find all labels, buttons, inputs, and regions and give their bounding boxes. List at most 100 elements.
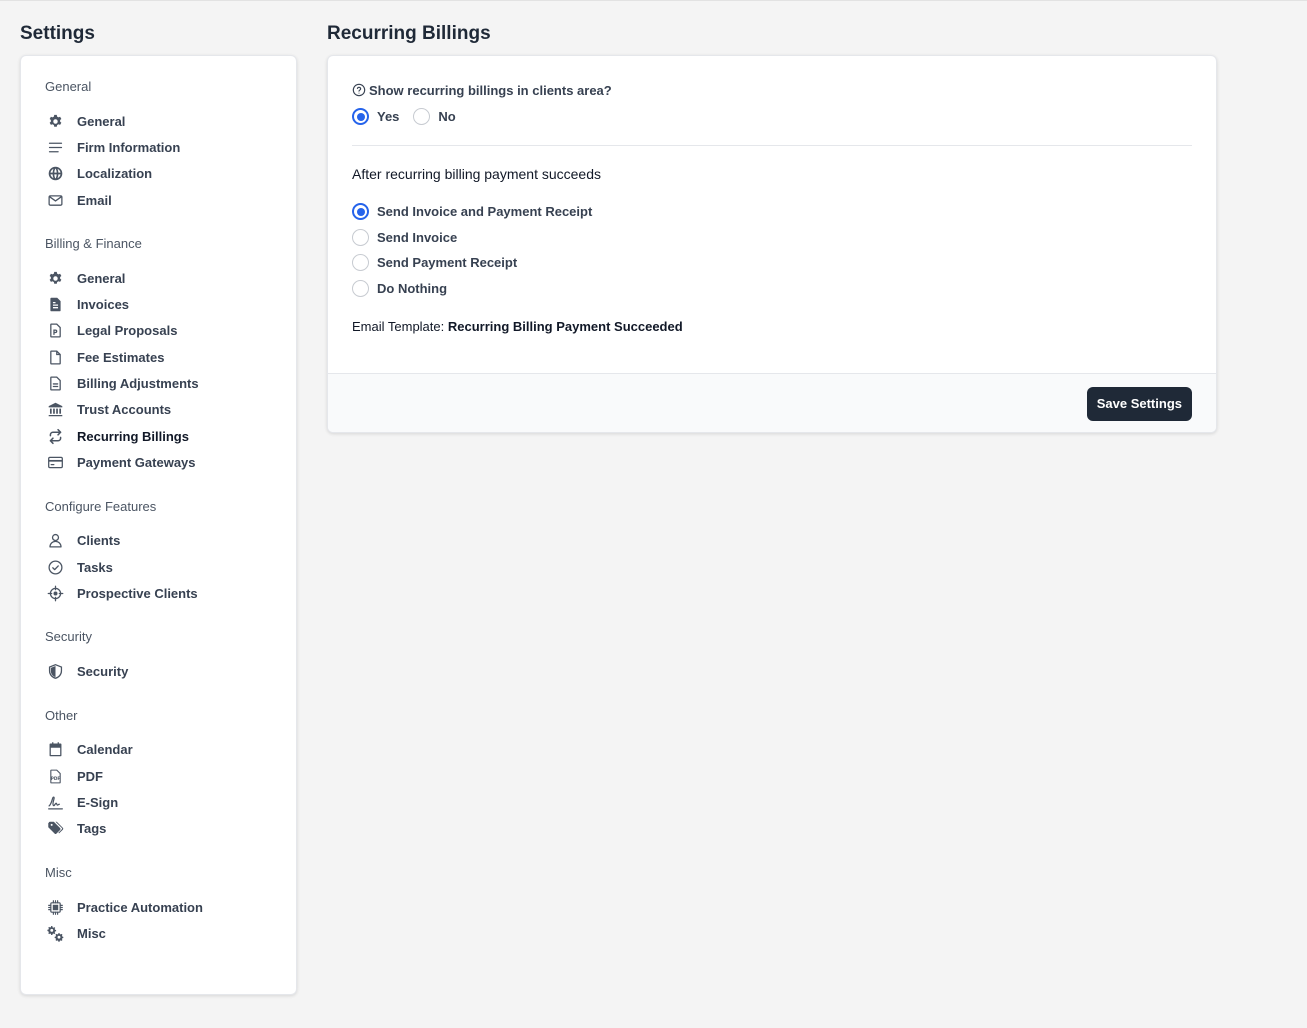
- after-payment-radio[interactable]: [352, 254, 369, 272]
- sidebar-item-misc-practice-automation[interactable]: Practice Automation: [45, 894, 272, 920]
- sidebar-item-other-tags[interactable]: Tags: [45, 816, 272, 842]
- sidebar-item-billing-and-finance-recurring-billings[interactable]: Recurring Billings: [45, 423, 272, 449]
- sidebar-item-billing-and-finance-legal-proposals[interactable]: Legal Proposals: [45, 318, 272, 344]
- sidebar-section-title: Other: [45, 707, 78, 723]
- sidebar-section-billing-and-finance: Billing & Finance General Invoices Legal Pr…: [45, 235, 272, 475]
- after-payment-heading: After recurring billing payment succeeds: [352, 166, 602, 182]
- signature-icon: [45, 792, 65, 812]
- after-payment-radio-label: Send Invoice: [377, 229, 458, 245]
- show-in-clients-area-option-yes[interactable]: Yes: [352, 108, 399, 125]
- shield-icon: [45, 662, 65, 682]
- globe-icon: [45, 164, 65, 184]
- sidebar-item-misc-misc[interactable]: Misc: [45, 920, 272, 946]
- gears-icon: [45, 923, 65, 943]
- page-title: Recurring Billings: [327, 23, 491, 44]
- sidebar-item-configure-features-clients[interactable]: Clients: [45, 528, 272, 554]
- sidebar-item-label: Firm Information: [77, 139, 181, 155]
- sidebar-item-billing-and-finance-payment-gateways[interactable]: Payment Gateways: [45, 449, 272, 475]
- bank-icon: [45, 400, 65, 420]
- credit-card-icon: [45, 452, 65, 472]
- show-in-clients-area-option-no[interactable]: No: [413, 108, 456, 125]
- sidebar-item-billing-and-finance-trust-accounts[interactable]: Trust Accounts: [45, 397, 272, 423]
- pdf-icon: PDF: [45, 766, 65, 786]
- after-payment-option-send-invoice[interactable]: Send Invoice: [352, 225, 1192, 251]
- sidebar-item-general-email[interactable]: Email: [45, 187, 272, 213]
- email-template-name[interactable]: Recurring Billing Payment Succeeded: [448, 319, 683, 334]
- invoice-icon: [45, 295, 65, 315]
- sidebar-section-title: General: [45, 79, 92, 94]
- show-in-clients-area-text: Show recurring billings in clients area?: [369, 82, 612, 98]
- after-payment-radio-label: Send Invoice and Payment Receipt: [377, 204, 593, 220]
- sidebar-item-label: Legal Proposals: [77, 323, 178, 339]
- settings-sidebar: General General Firm Information Localizati…: [20, 55, 297, 995]
- sidebar-item-label: Localization: [77, 166, 153, 182]
- after-payment-option-send-invoice-and-payment-receipt[interactable]: Send Invoice and Payment Receipt: [352, 199, 1192, 225]
- save-settings-button[interactable]: Save Settings: [1086, 386, 1192, 421]
- sidebar-section-title: Billing & Finance: [45, 236, 142, 252]
- after-payment-radio-label: Send Payment Receipt: [377, 255, 518, 271]
- crosshair-icon: [45, 583, 65, 603]
- after-payment-radio[interactable]: [352, 279, 369, 297]
- chip-icon: [45, 897, 65, 917]
- sidebar-item-label: Clients: [77, 533, 121, 549]
- sidebar-item-label: Fee Estimates: [77, 349, 165, 365]
- sidebar-item-other-calendar[interactable]: Calendar: [45, 737, 272, 763]
- after-payment-option-do-nothing[interactable]: Do Nothing: [352, 276, 1192, 302]
- section-divider: [352, 145, 1192, 146]
- sidebar-item-label: Recurring Billings: [77, 428, 189, 444]
- sidebar-item-configure-features-prospective-clients[interactable]: Prospective Clients: [45, 580, 272, 606]
- check-circle-icon: [45, 557, 65, 577]
- sidebar-item-label: Prospective Clients: [77, 585, 198, 601]
- show-in-clients-area-radio-label: No: [438, 109, 456, 124]
- show-in-clients-area-radio-label: Yes: [377, 109, 400, 124]
- gear-icon: [45, 268, 65, 288]
- sidebar-item-billing-and-finance-invoices[interactable]: Invoices: [45, 291, 272, 317]
- sidebar-item-other-e-sign[interactable]: E-Sign: [45, 789, 272, 815]
- sidebar-item-other-pdf[interactable]: PDF PDF: [45, 763, 272, 789]
- sidebar-item-general-general[interactable]: General: [45, 108, 272, 134]
- after-payment-radio[interactable]: [352, 203, 369, 221]
- sidebar-item-label: Security: [77, 664, 129, 680]
- sidebar-item-general-firm-information[interactable]: Firm Information: [45, 134, 272, 160]
- after-payment-radio-label: Do Nothing: [377, 280, 448, 296]
- envelope-icon: [45, 190, 65, 210]
- proposal-icon: [45, 321, 65, 341]
- sidebar-section-security: Security Security: [45, 628, 272, 684]
- show-in-clients-area-radio[interactable]: [352, 108, 369, 125]
- repeat-icon: [45, 426, 65, 446]
- sidebar-item-billing-and-finance-general[interactable]: General: [45, 265, 272, 291]
- sidebar-item-billing-and-finance-billing-adjustments[interactable]: Billing Adjustments: [45, 370, 272, 396]
- sidebar-section-title: Misc: [45, 864, 72, 880]
- email-template-prefix: Email Template:: [352, 319, 445, 334]
- sidebar-item-label: Misc: [77, 925, 106, 941]
- sidebar-item-label: PDF: [77, 768, 103, 784]
- sidebar-section-title: Configure Features: [45, 498, 157, 514]
- sidebar-section-configure-features: Configure Features Clients Tasks Prospectiv…: [45, 498, 272, 607]
- gear-icon: [45, 111, 65, 131]
- sidebar-item-label: Trust Accounts: [77, 402, 172, 418]
- sidebar-item-label: General: [77, 270, 126, 286]
- sidebar-section-other: Other Calendar PDF PDF E-Sign Tags: [45, 707, 272, 842]
- sidebar-item-label: General: [77, 113, 126, 129]
- tags-icon: [45, 819, 65, 839]
- calendar-icon: [45, 740, 65, 760]
- sidebar-item-billing-and-finance-fee-estimates[interactable]: Fee Estimates: [45, 344, 272, 370]
- sidebar-item-label: Billing Adjustments: [77, 376, 199, 392]
- recurring-billings-card: Show recurring billings in clients area?…: [327, 55, 1217, 433]
- after-payment-radio-group: Send Invoice and Payment Receipt Send Inv…: [352, 199, 1192, 301]
- sidebar-item-security-security[interactable]: Security: [45, 658, 272, 684]
- user-icon: [45, 531, 65, 551]
- sidebar-item-configure-features-tasks[interactable]: Tasks: [45, 554, 272, 580]
- lines-icon: [45, 137, 65, 157]
- question-circle-icon[interactable]: [352, 83, 366, 97]
- after-payment-radio[interactable]: [352, 228, 369, 246]
- sidebar-item-general-localization[interactable]: Localization: [45, 161, 272, 187]
- after-payment-option-send-payment-receipt[interactable]: Send Payment Receipt: [352, 250, 1192, 276]
- show-in-clients-area-label: Show recurring billings in clients area?: [352, 82, 1192, 98]
- sidebar-item-label: Calendar: [77, 742, 133, 758]
- sidebar-section-title: Security: [45, 629, 92, 645]
- svg-text:PDF: PDF: [50, 776, 60, 782]
- sidebar-item-label: Payment Gateways: [77, 454, 196, 470]
- show-in-clients-area-radio-group: Yes No: [352, 108, 1192, 125]
- show-in-clients-area-radio[interactable]: [413, 108, 431, 125]
